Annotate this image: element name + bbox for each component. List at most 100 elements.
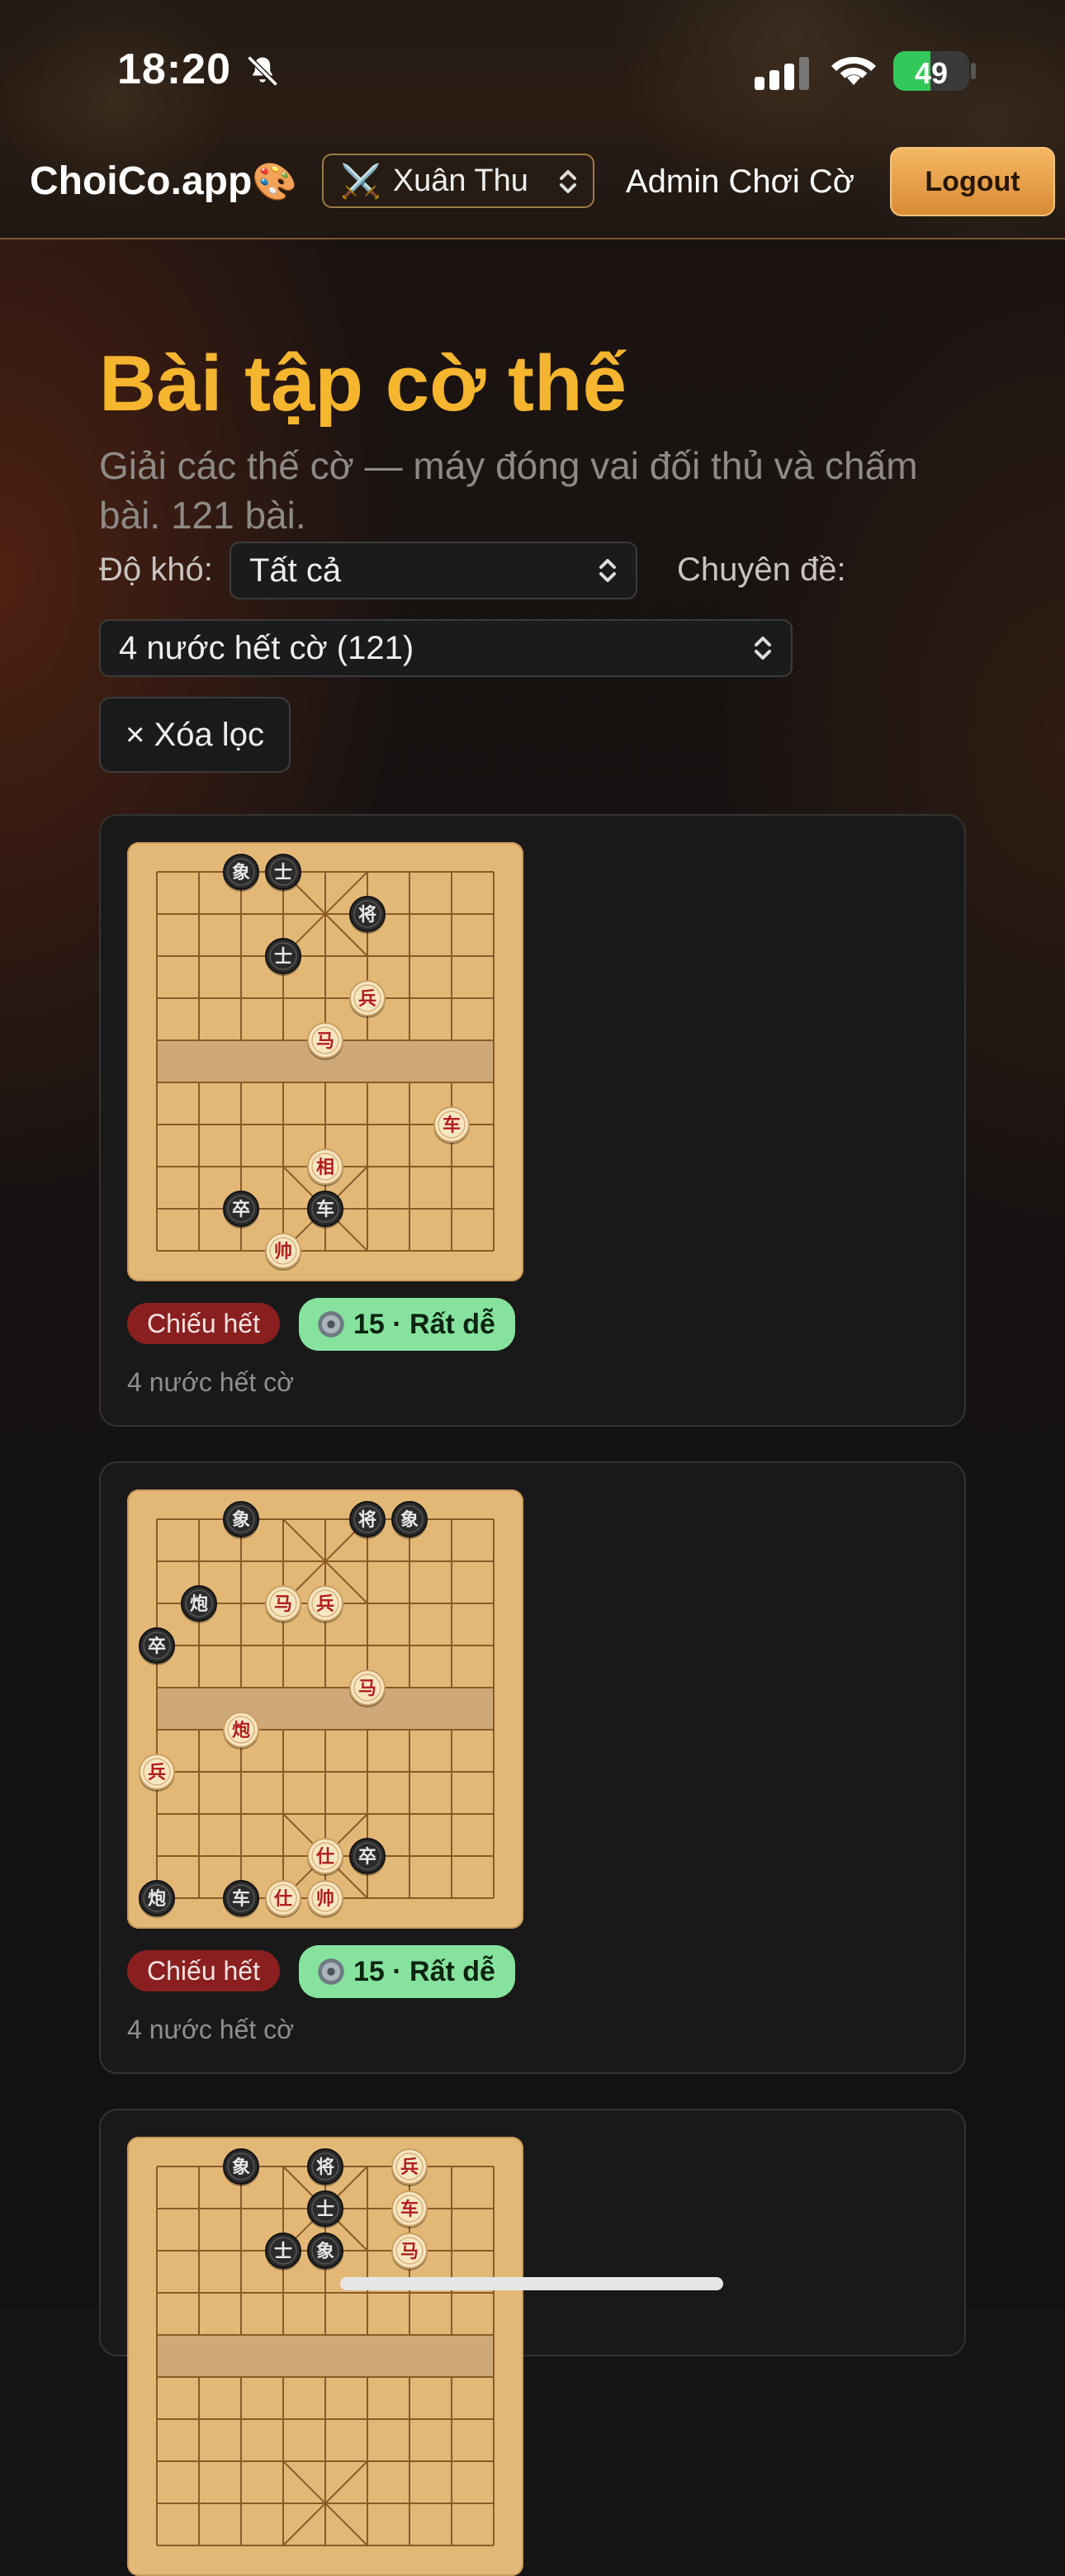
black-piece: 将 (349, 896, 386, 934)
crossed-swords-icon: ⚔️ (340, 163, 381, 200)
select-chevron-icon (599, 559, 616, 582)
piece-label: 仕 (315, 1847, 334, 1868)
piece-label: 士 (274, 947, 292, 968)
home-indicator (340, 2277, 723, 2290)
bell-off-icon (247, 55, 278, 87)
piece-label: 象 (316, 2241, 334, 2262)
black-piece: 将 (349, 1501, 386, 1539)
topic-select-value: 4 nước hết cờ (121) (119, 629, 414, 666)
red-piece: 兵 (307, 1585, 343, 1623)
piece-label: 车 (316, 1199, 334, 1220)
checkmate-tag: Chiếu hết (127, 1303, 280, 1344)
difficulty-badge: 15 · Rất dễ (299, 1945, 515, 1998)
black-piece: 卒 (223, 1191, 259, 1229)
red-piece: 马 (265, 1585, 301, 1623)
piece-label: 象 (232, 2157, 250, 2178)
piece-label: 象 (232, 862, 250, 883)
topic-select[interactable]: 4 nước hết cờ (121) (99, 619, 793, 677)
black-piece: 士 (265, 2233, 301, 2271)
piece-label: 马 (274, 1594, 292, 1615)
wifi-icon (831, 57, 876, 85)
difficulty-badge-text: 15 · Rất dễ (353, 1955, 495, 1987)
black-piece: 卒 (139, 1627, 175, 1665)
piece-label: 车 (400, 2199, 419, 2220)
piece-label: 马 (400, 2242, 419, 2262)
red-piece: 帅 (265, 1233, 301, 1271)
black-piece: 炮 (181, 1585, 217, 1623)
puzzle-caption: 4 nước hết cờ (127, 2015, 295, 2044)
red-piece: 马 (349, 1669, 386, 1707)
xiangqi-board[interactable]: 象将兵士车士象马 (127, 2137, 523, 2576)
battery-indicator: 49 (893, 51, 969, 91)
piece-label: 相 (316, 1158, 334, 1178)
black-piece: 士 (265, 938, 301, 976)
status-time: 18:20 (117, 45, 231, 93)
piece-label: 兵 (148, 1763, 166, 1783)
red-piece: 马 (307, 1022, 343, 1060)
difficulty-select[interactable]: Tất cả (230, 542, 637, 599)
difficulty-select-value: Tất cả (249, 552, 342, 589)
piece-label: 炮 (190, 1593, 208, 1615)
river (157, 1688, 494, 1730)
black-piece: 象 (223, 1501, 259, 1539)
piece-label: 马 (316, 1031, 334, 1052)
red-piece: 兵 (139, 1754, 175, 1792)
red-piece: 帅 (307, 1880, 343, 1918)
piece-label: 卒 (358, 1846, 376, 1868)
difficulty-badge-text: 15 · Rất dễ (353, 1308, 495, 1340)
puzzle-caption: 4 nước hết cờ (127, 1367, 295, 1397)
puzzle-card[interactable]: 象士将士兵马车相卒车帅 Chiếu hết 15 · Rất dễ 4 nước… (99, 814, 966, 1427)
player-select[interactable]: ⚔️ Xuân Thu (322, 154, 594, 208)
piece-label: 士 (316, 2200, 334, 2220)
red-piece: 相 (307, 1148, 343, 1186)
piece-label: 帅 (274, 1242, 292, 1262)
red-piece: 仕 (265, 1880, 301, 1918)
admin-name-link[interactable]: Admin Chơi Cờ (626, 163, 854, 201)
piece-label: 将 (316, 2157, 334, 2178)
checkmate-tag: Chiếu hết (127, 1950, 280, 1991)
piece-label: 士 (274, 863, 292, 883)
piece-label: 兵 (400, 2157, 419, 2178)
red-piece: 兵 (391, 2148, 428, 2186)
black-piece: 象 (391, 1501, 428, 1539)
black-piece: 象 (223, 2148, 259, 2186)
gear-icon (318, 1958, 344, 1985)
gear-icon (318, 1311, 344, 1338)
piece-label: 帅 (316, 1889, 334, 1910)
select-chevron-icon (755, 637, 771, 660)
red-piece: 仕 (307, 1838, 343, 1876)
black-piece: 车 (223, 1880, 259, 1918)
puzzle-card[interactable]: 象将兵士车士象马 (99, 2109, 966, 2576)
piece-label: 卒 (232, 1199, 250, 1220)
piece-label: 仕 (273, 1889, 292, 1910)
brand-text: ChoiCo.app (30, 159, 253, 203)
xiangqi-board[interactable]: 象将象炮马兵卒马炮兵仕卒炮车仕帅 (127, 1489, 523, 1929)
piece-label: 卒 (148, 1636, 166, 1657)
piece-label: 象 (232, 1509, 250, 1531)
clear-filter-button[interactable]: × Xóa lọc (99, 697, 291, 773)
puzzle-card[interactable]: 象将象炮马兵卒马炮兵仕卒炮车仕帅 Chiếu hết 15 · Rất dễ 4… (99, 1461, 966, 2074)
red-piece: 马 (391, 2233, 428, 2271)
app-header: 18:20 49 ChoiCo.app🎨 ⚔️ Xuân Thu Admin C… (0, 0, 1065, 239)
player-select-value: Xuân Thu (392, 163, 528, 198)
logout-button[interactable]: Logout (890, 147, 1055, 216)
page-subtitle: Giải các thế cờ — máy đóng vai đối thủ v… (99, 444, 918, 537)
piece-label: 将 (358, 1509, 376, 1531)
red-piece: 兵 (349, 980, 386, 1018)
piece-label: 象 (400, 1509, 419, 1531)
piece-label: 将 (358, 904, 376, 926)
battery-percent: 49 (914, 56, 949, 90)
piece-label: 兵 (316, 1594, 334, 1615)
select-chevron-icon (560, 170, 576, 193)
black-piece: 士 (307, 2190, 343, 2228)
difficulty-badge: 15 · Rất dễ (299, 1298, 515, 1351)
piece-label: 炮 (232, 1720, 250, 1741)
river (157, 2335, 494, 2377)
red-piece: 车 (391, 2190, 428, 2228)
xiangqi-board[interactable]: 象士将士兵马车相卒车帅 (127, 842, 523, 1281)
brand-logo[interactable]: ChoiCo.app🎨 (30, 159, 297, 204)
piece-label: 炮 (148, 1888, 166, 1910)
red-piece: 车 (433, 1106, 470, 1144)
piece-label: 马 (358, 1679, 376, 1699)
black-piece: 象 (307, 2233, 343, 2271)
